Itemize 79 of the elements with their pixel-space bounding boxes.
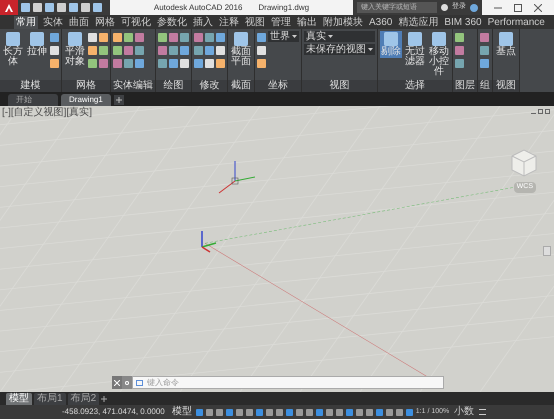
ribbon-tab[interactable]: 参数化 — [156, 16, 188, 29]
ribbon-button[interactable]: 平滑对象 — [64, 31, 86, 68]
help-icon[interactable] — [470, 4, 478, 12]
tool-icon — [384, 32, 398, 46]
tool-icon — [499, 32, 513, 46]
ribbon-tab[interactable]: BIM 360 — [443, 16, 483, 29]
command-input[interactable]: 键入命令 — [143, 377, 443, 388]
ribbon-dropdown[interactable]: 未保存的视图 — [304, 44, 375, 55]
ribbon-dropdown[interactable]: 世界 — [268, 31, 299, 42]
tool-icon — [432, 32, 446, 46]
panel-label-bar[interactable]: 网格 — [62, 80, 110, 92]
units-dropdown[interactable]: 小数 — [452, 406, 476, 418]
ribbon-tab[interactable]: 网格 — [94, 16, 116, 29]
ribbon-tab[interactable]: 注释 — [218, 16, 240, 29]
panel-label-bar[interactable]: 绘图 — [156, 80, 191, 92]
file-tab[interactable]: 开始 — [8, 94, 58, 106]
viewport-label[interactable]: [-][自定义视图][真实] — [2, 107, 92, 118]
tool-icon — [30, 32, 44, 46]
tool-icon — [234, 32, 248, 46]
ribbon-dropdown[interactable]: 真实 — [304, 31, 375, 42]
ribbon-tab[interactable]: A360 — [368, 16, 394, 29]
layout-tab[interactable]: 布局1 — [34, 392, 66, 404]
panel-label-bar[interactable]: 视图 — [493, 80, 519, 92]
tool-icon — [408, 32, 422, 46]
panel-label-bar[interactable]: 选择 — [378, 80, 452, 92]
restore-viewport-icon[interactable] — [538, 109, 543, 114]
ribbon-button[interactable]: 移动小控件 — [428, 31, 450, 78]
dropdown-value: 未保存的视图 — [306, 44, 366, 55]
ribbon-tab[interactable]: 视图 — [244, 16, 266, 29]
coordinates-readout[interactable]: -458.0923, 471.0474, 0.0000 — [62, 406, 168, 418]
ribbon-tab[interactable]: Performance — [486, 16, 546, 29]
maximize-icon[interactable] — [514, 4, 522, 12]
file-tab[interactable]: Drawing1 — [61, 94, 111, 106]
user-icon[interactable] — [441, 4, 448, 11]
close-icon[interactable] — [534, 4, 542, 12]
navigation-bar[interactable] — [543, 246, 551, 256]
panel-label-bar[interactable]: 修改 — [192, 80, 227, 92]
panel-label-bar[interactable]: 图层 — [453, 80, 477, 92]
layout-tab[interactable]: 模型 — [6, 392, 32, 404]
caret-icon — [292, 35, 297, 38]
panel-label-bar[interactable]: 组 — [478, 80, 492, 92]
menu-icon[interactable] — [479, 409, 486, 415]
new-tab-icon[interactable] — [114, 95, 124, 105]
ribbon-tab[interactable]: 插入 — [192, 16, 214, 29]
ribbon-button[interactable]: 长方体 — [2, 31, 24, 68]
layout-tab[interactable]: 布局2 — [68, 392, 100, 404]
tool-icon — [6, 32, 20, 46]
dropdown-value: 真实 — [306, 31, 326, 42]
window-title: Autodesk AutoCAD 2016 — [154, 2, 242, 14]
document-name: Drawing1.dwg — [258, 2, 310, 14]
panel-label-bar[interactable]: 实体编辑 — [111, 80, 155, 92]
dropdown-value: 世界 — [270, 31, 290, 42]
ribbon-tab[interactable]: 输出 — [296, 16, 318, 29]
ribbon-button[interactable]: 基点 — [495, 31, 517, 58]
panel-label-bar[interactable]: 坐标 — [255, 80, 301, 92]
ribbon-button[interactable]: 无过滤器 — [404, 31, 426, 68]
add-layout-icon[interactable] — [101, 396, 108, 402]
ribbon-tab[interactable]: 可视化 — [120, 16, 152, 29]
caret-icon — [328, 35, 333, 38]
ribbon-tab[interactable]: 管理 — [270, 16, 292, 29]
caret-icon — [368, 48, 373, 51]
panel-label-bar[interactable]: 建模 — [0, 80, 61, 92]
ribbon-button[interactable]: 拉伸 — [26, 31, 48, 58]
ribbon-tab[interactable]: 曲面 — [68, 16, 90, 29]
minimize-viewport-icon[interactable] — [531, 113, 536, 114]
app-menu-icon[interactable] — [0, 0, 18, 15]
ribbon-tab[interactable]: 精选应用 — [397, 16, 440, 29]
close-viewport-icon[interactable] — [545, 109, 550, 114]
prompt-icon[interactable] — [136, 380, 143, 386]
model-space-button[interactable]: 模型 — [170, 406, 193, 418]
tool-icon — [68, 32, 82, 46]
ribbon-tab[interactable]: 常用 — [14, 16, 38, 29]
close-icon[interactable] — [112, 376, 122, 389]
panel-label-bar[interactable]: 视图 — [302, 80, 377, 92]
ribbon-tab[interactable]: 实体 — [42, 16, 64, 29]
ribbon-tab[interactable]: 附加模块 — [322, 16, 364, 29]
command-line-field[interactable]: 键入命令 — [132, 376, 444, 389]
panel-label-bar[interactable]: 截面 — [228, 80, 254, 92]
ribbon-button[interactable]: 截面平面 — [230, 31, 252, 68]
